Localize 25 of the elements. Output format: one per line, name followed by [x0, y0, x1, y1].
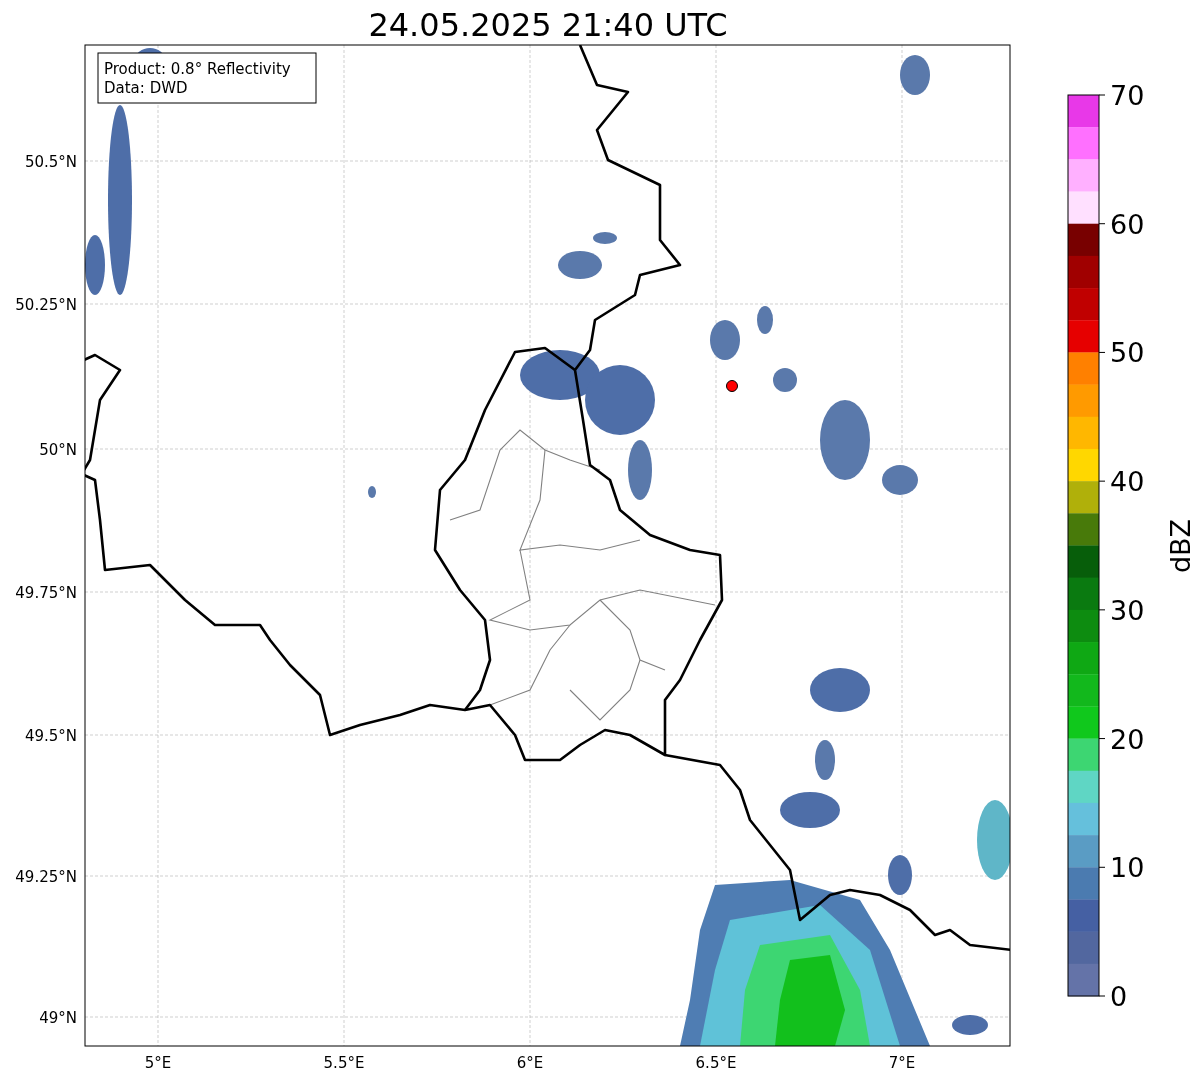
colorbar-tick-label: 70 — [1110, 80, 1145, 111]
colorbar-tick-label: 40 — [1110, 466, 1145, 498]
colorbar-tick-label: 0 — [1110, 981, 1128, 1012]
y-tick-label: 49.75°N — [15, 584, 77, 602]
y-tick-label: 49.5°N — [24, 727, 77, 745]
colorbar-label: dBZ — [1165, 518, 1196, 574]
chart-title: 24.05.2025 21:40 UTC — [368, 6, 728, 44]
x-tick-label: 6°E — [516, 1054, 544, 1072]
colorbar-tick-label: 50 — [1110, 337, 1145, 369]
y-tick-label: 50.25°N — [15, 296, 77, 314]
colorbar-tick-label: 30 — [1110, 594, 1145, 626]
x-tick-label: 6.5°E — [695, 1054, 737, 1072]
y-tick-label: 49.25°N — [15, 868, 77, 886]
y-tick-label: 49°N — [39, 1009, 77, 1027]
x-tick-label: 5.5°E — [323, 1054, 365, 1072]
x-tick-label: 7°E — [888, 1054, 916, 1072]
colorbar-tick-label: 60 — [1110, 208, 1145, 240]
y-tick-label: 50°N — [39, 441, 77, 459]
legend-text: Product: 0.8° Reflectivity — [104, 60, 291, 78]
y-tick-label: 50.5°N — [24, 153, 77, 171]
colorbar-tick-label: 10 — [1110, 852, 1145, 884]
radar-site-marker — [726, 380, 738, 392]
x-tick-label: 5°E — [144, 1054, 172, 1072]
legend-text: Data: DWD — [104, 79, 188, 97]
colorbar-tick-label: 20 — [1110, 723, 1145, 755]
